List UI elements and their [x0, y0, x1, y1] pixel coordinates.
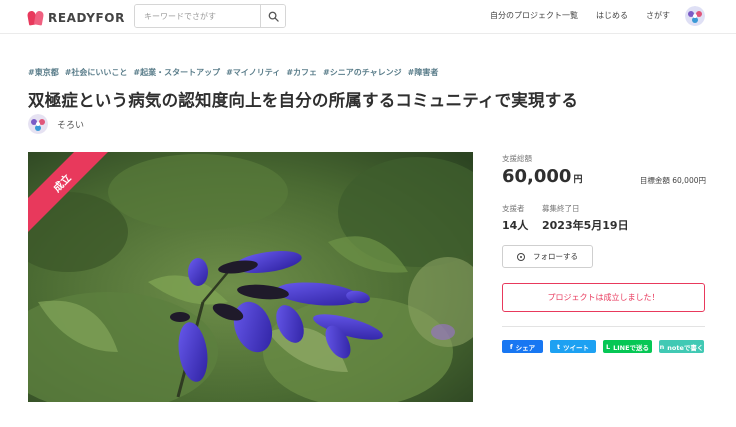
share-label: シェア [515, 343, 536, 352]
end-date-stat: 募集終了日 2023年5月19日 [542, 203, 662, 233]
tag-link[interactable]: #起業・スタートアップ [133, 68, 220, 77]
follow-button[interactable]: フォローする [502, 245, 593, 268]
salvia-flower-photo [28, 152, 473, 402]
logo-mark-icon [26, 10, 45, 26]
search-button[interactable] [260, 5, 285, 27]
line-icon: L [605, 342, 611, 351]
search-input[interactable] [135, 5, 260, 27]
project-owner[interactable]: そろい [28, 114, 84, 134]
line-send-button[interactable]: L LINEで送る [603, 340, 652, 353]
search-icon [268, 11, 279, 22]
line-label: LINEで送る [613, 343, 650, 352]
site-header: READYFOR 自分のプロジェクト一覧 はじめる さがす [0, 0, 736, 34]
owner-avatar [28, 114, 48, 134]
tweet-label: ツイート [563, 343, 590, 352]
facebook-icon: f [509, 342, 513, 351]
tag-link[interactable]: #社会にいいこと [65, 68, 128, 77]
tag-list: #東京都 #社会にいいこと #起業・スタートアップ #マイノリティ #カフェ #シニアのチ… [28, 67, 444, 78]
end-date-label: 募集終了日 [542, 204, 580, 213]
facebook-share-button[interactable]: f シェア [502, 340, 543, 353]
total-amount: 60,000 [502, 166, 572, 187]
nav-start[interactable]: はじめる [596, 10, 628, 21]
twitter-icon: t [556, 342, 561, 351]
note-label: noteで書く [667, 343, 704, 352]
total-label: 支援総額 [502, 154, 532, 163]
search-box [134, 4, 286, 28]
readyfor-logo[interactable]: READYFOR [26, 10, 125, 26]
project-title: 双極症という病気の認知度向上を自分の所属するコミュニティで実現する [28, 91, 579, 110]
divider [502, 326, 705, 327]
end-date-value: 2023年5月19日 [542, 219, 629, 232]
goal-amount: 目標金額 60,000円 [639, 176, 706, 185]
nav-search[interactable]: さがす [646, 10, 670, 21]
twitter-tweet-button[interactable]: t ツイート [550, 340, 596, 353]
note-write-button[interactable]: n noteで書く [659, 340, 704, 353]
nav-my-projects[interactable]: 自分のプロジェクト一覧 [490, 10, 578, 21]
note-icon: n [659, 342, 665, 351]
follow-label: フォローする [533, 252, 578, 261]
project-main-image: 成立 [28, 152, 473, 402]
owner-name: そろい [57, 120, 85, 131]
total-currency: 円 [573, 175, 583, 185]
user-avatar[interactable] [685, 6, 705, 26]
tag-link[interactable]: #シニアのチャレンジ [323, 68, 402, 77]
logo-text: READYFOR [48, 11, 125, 25]
tag-link[interactable]: #カフェ [286, 68, 317, 77]
follow-icon [517, 252, 525, 261]
tag-link[interactable]: #マイノリティ [226, 68, 280, 77]
success-message: プロジェクトは成立しました！ [547, 293, 660, 302]
tag-link[interactable]: #障害者 [408, 68, 439, 77]
project-success-notice: プロジェクトは成立しました！ [502, 283, 705, 312]
tag-link[interactable]: #東京都 [28, 68, 59, 77]
funding-total: 支援総額 60,000 円 目標金額 60,000円 [502, 153, 706, 187]
